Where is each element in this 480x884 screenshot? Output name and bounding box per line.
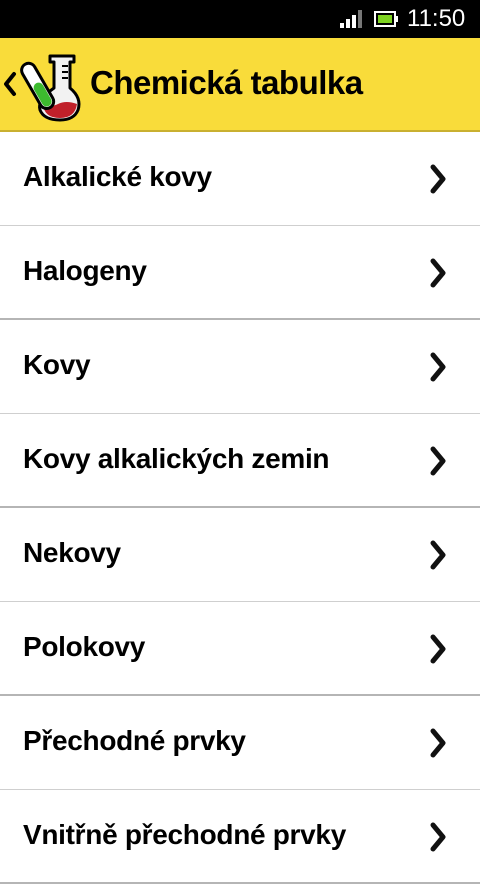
category-list: Alkalické kovy Halogeny Kovy Kovy alkali… [0, 132, 480, 884]
signal-icon [340, 10, 362, 28]
list-item-label: Kovy alkalických zemin [23, 443, 330, 474]
list-item-nekovy[interactable]: Nekovy [0, 508, 480, 602]
list-item-halogeny[interactable]: Halogeny [0, 226, 480, 320]
list-item-label: Přechodné prvky [23, 725, 246, 756]
list-item-label: Alkalické kovy [23, 161, 212, 192]
chevron-right-icon [430, 822, 446, 852]
list-item-label: Polokovy [23, 631, 146, 662]
list-item-label: Nekovy [23, 537, 121, 568]
app-title: Chemická tabulka [90, 64, 363, 101]
flask-test-tube-icon[interactable] [20, 48, 86, 122]
list-item-vnitrne-prechodne-prvky[interactable]: Vnitřně přechodné prvky [0, 790, 480, 884]
chevron-right-icon [430, 258, 446, 288]
chevron-right-icon [430, 634, 446, 664]
list-item-prechodne-prvky[interactable]: Přechodné prvky [0, 696, 480, 790]
battery-icon [374, 11, 398, 27]
list-item-kovy[interactable]: Kovy [0, 320, 480, 414]
chevron-right-icon [430, 728, 446, 758]
chevron-right-icon [430, 446, 446, 476]
status-time: 11:50 [407, 5, 466, 32]
list-item-label: Kovy [23, 349, 91, 380]
list-item-label: Vnitřně přechodné prvky [23, 819, 346, 850]
back-chevron-icon[interactable] [2, 66, 18, 102]
list-item-label: Halogeny [23, 255, 147, 286]
list-item-polokovy[interactable]: Polokovy [0, 602, 480, 696]
status-bar: 11:50 [0, 0, 480, 38]
list-item-alkalicke-kovy[interactable]: Alkalické kovy [0, 132, 480, 226]
chevron-right-icon [430, 352, 446, 382]
chevron-right-icon [430, 540, 446, 570]
list-item-kovy-alkalickych-zemin[interactable]: Kovy alkalických zemin [0, 414, 480, 508]
chevron-right-icon [430, 164, 446, 194]
app-bar: Chemická tabulka [0, 38, 480, 132]
